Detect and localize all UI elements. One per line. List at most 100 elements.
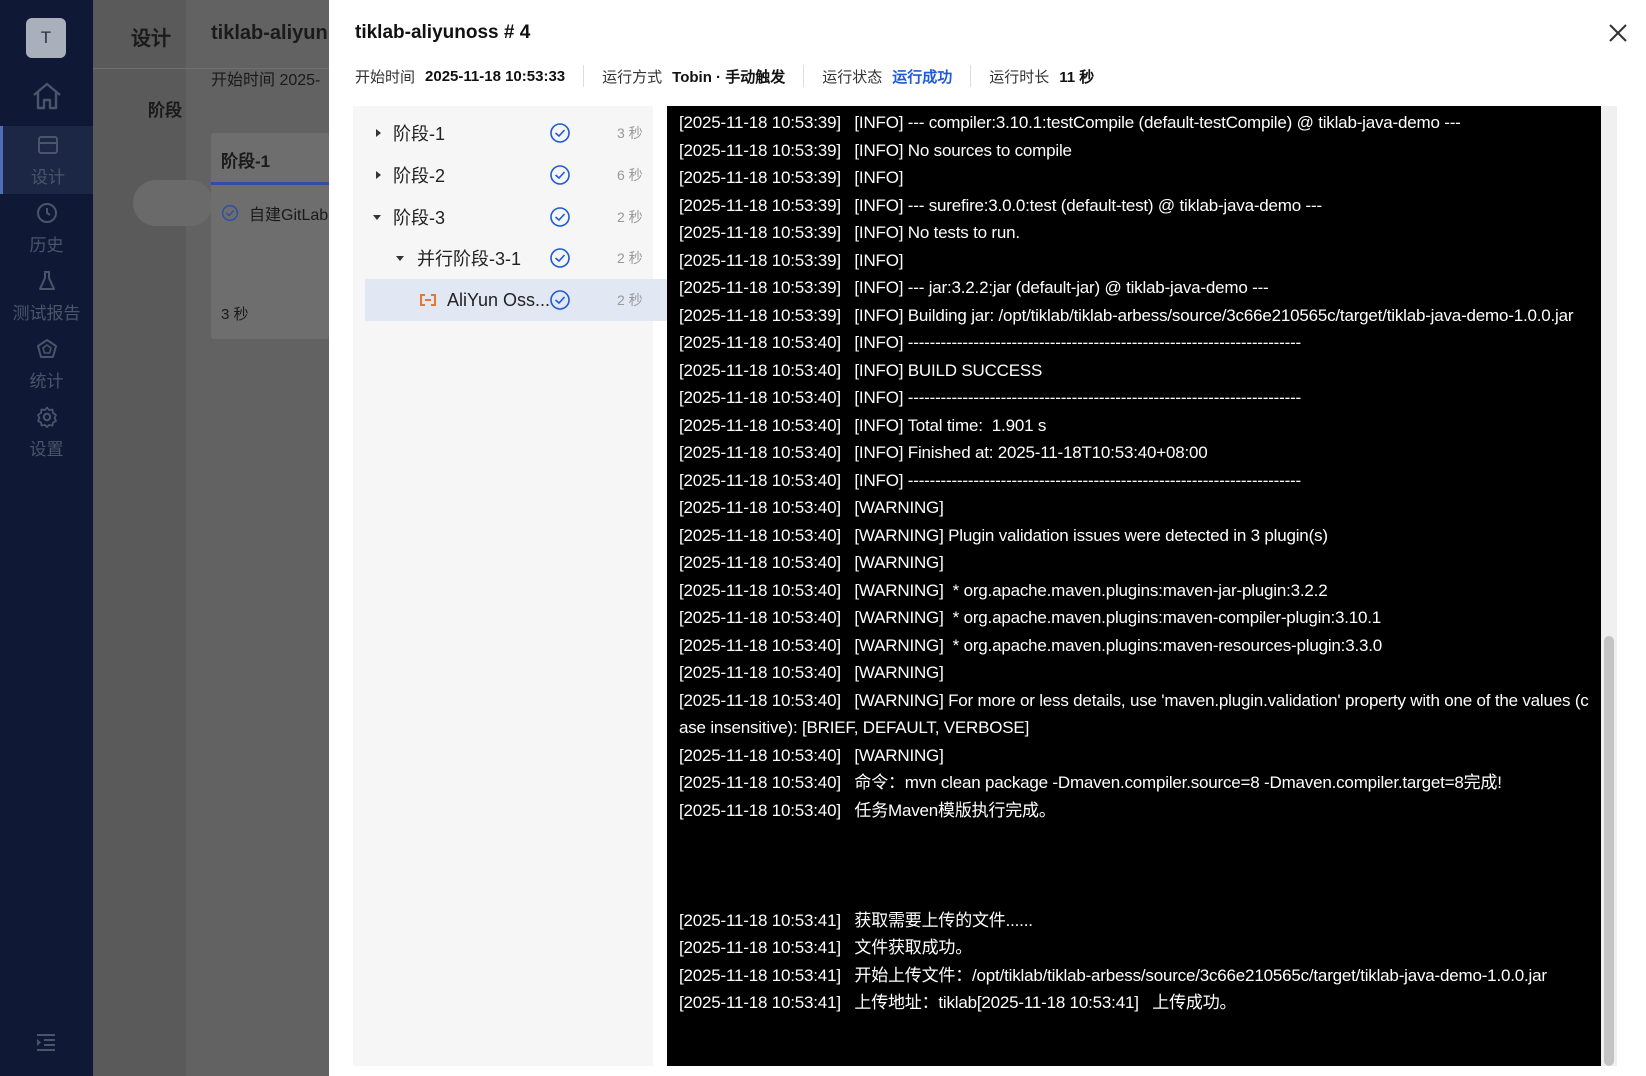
background-pill <box>133 180 213 226</box>
log-output[interactable]: [2025-11-18 10:53:39] [INFO] --- compile… <box>667 106 1601 1066</box>
stage-tree-item[interactable]: 并行阶段-3-1 2 秒 <box>353 237 653 279</box>
background-stage-card: 阶段-1 自建GitLab 3 秒 <box>211 133 329 339</box>
avatar[interactable]: T <box>26 18 66 58</box>
nav-item-settings[interactable]: 设置 <box>0 398 93 466</box>
stage-tree-item-label: AliYun Oss... <box>447 289 551 310</box>
meta-separator <box>970 65 972 87</box>
divider <box>93 68 329 69</box>
log-line: [2025-11-18 10:53:39] [INFO] No sources … <box>679 140 1072 160</box>
home-icon <box>32 82 61 110</box>
check-circle-icon <box>550 207 570 227</box>
caret-right-icon[interactable] <box>372 169 384 181</box>
drawer-title: tiklab-aliyunoss # 4 <box>355 22 531 43</box>
stage-tree-item-time: 3 秒 <box>617 125 643 141</box>
check-circle-icon <box>550 290 570 310</box>
log-line: [2025-11-18 10:53:40] [INFO] Finished at… <box>679 443 1208 462</box>
caret-down-icon[interactable] <box>394 252 406 264</box>
nav-item-label: 测试报告 <box>12 303 81 323</box>
stage-tree-item[interactable]: 阶段-2 6 秒 <box>353 154 653 196</box>
log-line: [2025-11-18 10:53:40] [INFO] BUILD SUCCE… <box>679 360 1043 380</box>
nav-item-label: 设计 <box>31 167 65 187</box>
run-status-label: 运行状态 <box>822 68 883 86</box>
log-line: [2025-11-18 10:53:41] 上传地址：tiklab[2025-1… <box>679 993 1237 1012</box>
check-circle-icon <box>550 165 570 185</box>
design-icon <box>38 135 58 154</box>
run-detail-drawer: tiklab-aliyunoss # 4 开始时间 2025-11-18 10:… <box>329 0 1646 1076</box>
stage-card-title: 阶段-1 <box>221 152 271 171</box>
nav-item-statistics[interactable]: 统计 <box>0 330 93 398</box>
stage-tree-item[interactable]: 阶段-3 2 秒 <box>353 196 653 238</box>
chart-icon <box>36 338 57 358</box>
caret-down-icon[interactable] <box>371 211 383 223</box>
check-circle-icon <box>550 248 570 268</box>
background-pipeline-title: tiklab-aliyun <box>211 22 328 44</box>
meta-separator <box>803 65 805 87</box>
nav-item-test-report[interactable]: 测试报告 <box>0 262 93 330</box>
home-button[interactable] <box>0 74 93 118</box>
run-mode-label: 运行方式 <box>602 68 663 86</box>
flask-icon <box>38 270 55 290</box>
background-tab-design: 设计 <box>131 28 171 50</box>
run-duration-value: 11 秒 <box>1059 68 1095 86</box>
log-scrollbar[interactable] <box>1601 106 1617 1066</box>
start-time-label: 开始时间 <box>355 68 416 86</box>
log-line: [2025-11-18 10:53:40] [WARNING] * org.ap… <box>679 580 1328 600</box>
stage-card-task: 自建GitLab <box>221 201 328 225</box>
log-line: [2025-11-18 10:53:40] 命令：mvn clean packa… <box>679 773 1502 792</box>
log-line: [2025-11-18 10:53:40] [WARNING] * org.ap… <box>679 608 1382 627</box>
gear-icon <box>36 406 57 428</box>
check-circle-icon <box>550 123 570 143</box>
stage-card-duration: 3 秒 <box>221 306 249 323</box>
background-page: 设计 tiklab-aliyun 开始时间 2025- 阶段 阶段-1 自建Gi… <box>93 0 329 1076</box>
check-circle-icon <box>221 204 239 222</box>
clock-icon <box>36 202 57 223</box>
stage-card-bar <box>211 182 329 185</box>
stage-tree: 阶段-1 3 秒 阶段-2 6 秒 阶段-3 2 秒 并行阶段-3-1 2 秒 … <box>353 106 667 1066</box>
run-status-value: 运行成功 <box>892 68 953 86</box>
collapse-menu-icon[interactable] <box>34 1030 58 1054</box>
log-line: [2025-11-18 10:53:40] [WARNING] <box>679 553 944 572</box>
stage-tree-item-label: 阶段-3 <box>393 208 446 228</box>
stage-tree-item-label: 并行阶段-3-1 <box>417 249 522 269</box>
caret-right-icon[interactable] <box>372 127 384 139</box>
log-line: [2025-11-18 10:53:39] [INFO] --- surefir… <box>679 195 1322 215</box>
scrollbar-thumb[interactable] <box>1604 636 1614 1066</box>
log-line: [2025-11-18 10:53:40] 任务Maven模版执行完成。 <box>679 800 1056 820</box>
log-line: [2025-11-18 10:53:41] 获取需要上传的文件...... <box>679 910 1033 930</box>
run-mode-value: Tobin · 手动触发 <box>672 68 786 86</box>
background-start-time: 开始时间 2025- <box>211 72 321 89</box>
run-meta: 开始时间 2025-11-18 10:53:33 运行方式 Tobin · 手动… <box>355 62 1094 90</box>
log-line: [2025-11-18 10:53:39] [INFO] --- jar:3.2… <box>679 278 1269 297</box>
meta-separator <box>583 65 585 87</box>
log-line: [2025-11-18 10:53:40] [INFO] Total time:… <box>679 415 1047 435</box>
log-line: [2025-11-18 10:53:40] [WARNING] <box>679 498 944 517</box>
log-line: [2025-11-18 10:53:41] 开始上传文件：/opt/tiklab… <box>679 965 1547 985</box>
log-line: [2025-11-18 10:53:39] [INFO] <box>679 250 904 270</box>
stage-tree-item-time: 2 秒 <box>617 209 643 225</box>
log-line: [2025-11-18 10:53:41] 文件获取成功。 <box>679 938 973 957</box>
stage-tree-item[interactable]: 阶段-1 3 秒 <box>353 112 653 154</box>
nav-item-history[interactable]: 历史 <box>0 194 93 262</box>
nav-item-label: 统计 <box>29 371 64 391</box>
log-line: [2025-11-18 10:53:39] [INFO] Building ja… <box>679 305 1574 325</box>
stage-card-task-label: 自建GitLab <box>249 207 329 224</box>
stage-tree-item-label: 阶段-2 <box>393 166 446 186</box>
log-line: [2025-11-18 10:53:40] [INFO] -----------… <box>679 388 1301 407</box>
left-nav: T 设计 历史 测试报告 统计 设置 <box>0 0 93 1076</box>
log-line: [2025-11-18 10:53:39] [INFO] --- compile… <box>679 113 1461 132</box>
stage-tree-item-label: 阶段-1 <box>393 124 446 144</box>
log-line: [2025-11-18 10:53:40] [WARNING] <box>679 745 944 765</box>
stage-tree-item-selected[interactable]: AliYun Oss... 2 秒 <box>365 279 667 321</box>
close-icon[interactable] <box>1605 20 1631 46</box>
log-line: [2025-11-18 10:53:40] [WARNING] <box>679 663 944 682</box>
log-line: [2025-11-18 10:53:40] [INFO] -----------… <box>679 470 1301 490</box>
nav-item-design[interactable]: 设计 <box>0 126 93 194</box>
stage-tree-item-time: 2 秒 <box>617 292 643 308</box>
stage-tree-item-time: 2 秒 <box>617 250 643 266</box>
background-stage-label: 阶段 <box>148 101 182 120</box>
log-line: [2025-11-18 10:53:39] [INFO] <box>679 168 904 187</box>
nav-item-label: 历史 <box>29 235 64 255</box>
